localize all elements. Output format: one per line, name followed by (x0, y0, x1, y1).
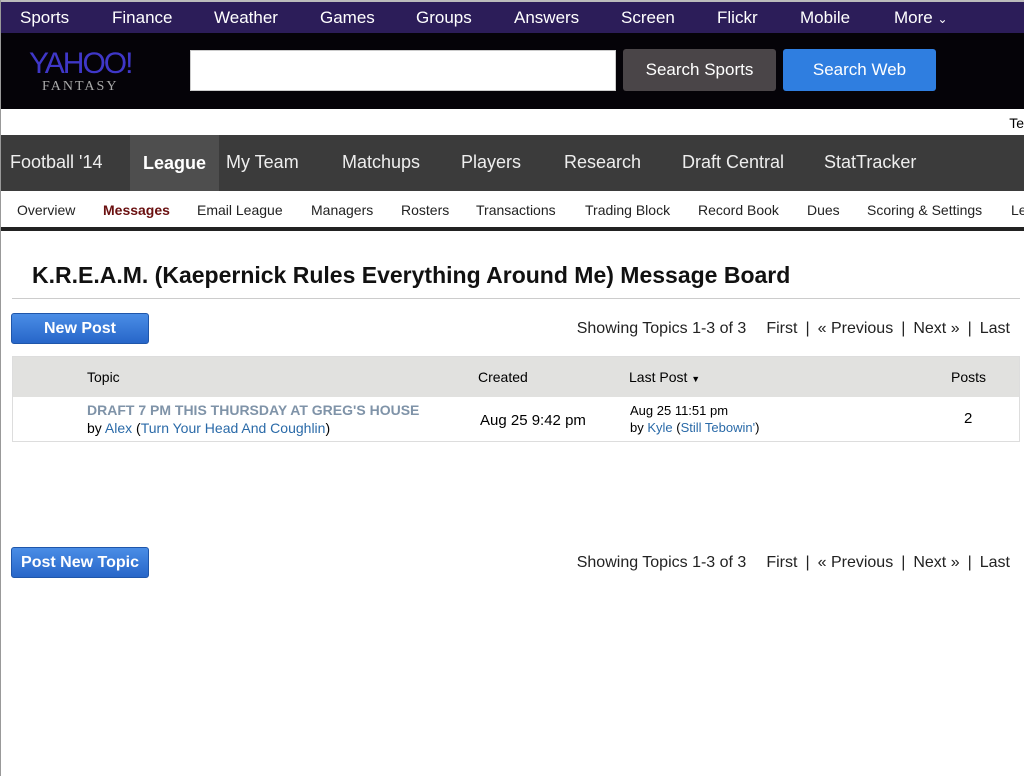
nav-league[interactable]: League (130, 135, 220, 191)
topbar-weather[interactable]: Weather (214, 8, 278, 28)
created-date: Aug 25 9:42 pm (480, 412, 586, 429)
separator: | (901, 320, 906, 337)
topbar-more[interactable]: More ⌄ (894, 8, 948, 28)
search-header: YAHOO! FANTASY Search Sports Search Web (1, 33, 1024, 109)
table-row: DRAFT 7 PM THIS THURSDAY AT GREG'S HOUSE… (13, 397, 1019, 441)
topbar-games[interactable]: Games (320, 8, 375, 28)
nav-draft-central[interactable]: Draft Central (682, 152, 784, 173)
topbar-screen[interactable]: Screen (621, 8, 675, 28)
topbar-answers[interactable]: Answers (514, 8, 579, 28)
header-posts[interactable]: Posts (951, 369, 986, 385)
last-link[interactable]: Last (980, 554, 1010, 572)
nav-stattracker[interactable]: StatTracker (824, 152, 916, 173)
previous-link[interactable]: « Previous (818, 320, 894, 338)
showing-count: Showing Topics 1-3 of 3 (576, 320, 747, 337)
last-link[interactable]: Last (980, 320, 1010, 338)
last-post-author-line: by Kyle (Still Tebowin') (630, 420, 760, 435)
separator: | (967, 554, 972, 571)
topbar-sports[interactable]: Sports (20, 8, 69, 28)
header-last-post[interactable]: Last Post ▼ (629, 369, 700, 385)
subnav-overview[interactable]: Overview (17, 202, 75, 218)
yahoo-top-bar: Sports Finance Weather Games Groups Answ… (1, 0, 1024, 33)
subnav-email-league[interactable]: Email League (197, 202, 283, 218)
logo-text: YAHOO! (29, 47, 133, 80)
header-created[interactable]: Created (478, 369, 528, 385)
header-topic[interactable]: Topic (87, 369, 120, 385)
last-post-time: Aug 25 11:51 pm (630, 403, 729, 418)
pager-bottom: Showing Topics 1-3 of 3 First | « Previou… (577, 554, 1010, 572)
sort-down-icon: ▼ (691, 374, 701, 384)
search-sports-button[interactable]: Search Sports (623, 49, 776, 91)
chevron-down-icon: ⌄ (937, 12, 948, 26)
topbar-groups[interactable]: Groups (416, 8, 472, 28)
subnav-messages[interactable]: Messages (103, 202, 170, 218)
nav-research[interactable]: Research (564, 152, 641, 173)
subnav-dues[interactable]: Dues (807, 202, 840, 218)
previous-link[interactable]: « Previous (818, 554, 894, 572)
subnav-rosters[interactable]: Rosters (401, 202, 449, 218)
author-link[interactable]: Alex (105, 420, 132, 436)
nav-football[interactable]: Football '14 (10, 152, 103, 173)
first-link[interactable]: First (766, 320, 797, 338)
subnav-transactions[interactable]: Transactions (476, 202, 556, 218)
nav-players[interactable]: Players (461, 152, 521, 173)
more-label: More (894, 8, 933, 27)
next-link[interactable]: Next » (913, 320, 959, 338)
pager-top: Showing Topics 1-3 of 3 First | « Previou… (577, 320, 1010, 338)
last-post-label: Last Post (629, 369, 688, 385)
subnav-trading-block[interactable]: Trading Block (585, 202, 670, 218)
separator: | (805, 554, 810, 571)
topbar-mobile[interactable]: Mobile (800, 8, 850, 28)
post-new-topic-button[interactable]: Post New Topic (11, 547, 149, 578)
utility-strip: Te (1, 109, 1024, 135)
table-header: Topic Created Last Post ▼ Posts (13, 357, 1019, 397)
search-web-button[interactable]: Search Web (783, 49, 936, 91)
topics-table: Topic Created Last Post ▼ Posts DRAFT 7 … (12, 356, 1020, 442)
next-link[interactable]: Next » (913, 554, 959, 572)
main-nav: Football '14 League My Team Matchups Pla… (1, 135, 1024, 191)
first-link[interactable]: First (766, 554, 797, 572)
new-post-button[interactable]: New Post (11, 313, 149, 344)
team-link[interactable]: Turn Your Head And Coughlin (141, 420, 326, 436)
separator: | (901, 554, 906, 571)
logo-subtext: FANTASY (42, 79, 119, 94)
showing-count: Showing Topics 1-3 of 3 (576, 554, 747, 571)
by-label: by (630, 420, 644, 435)
last-team-link[interactable]: Still Tebowin' (681, 420, 756, 435)
nav-matchups[interactable]: Matchups (342, 152, 420, 173)
title-divider (12, 298, 1020, 299)
separator: | (805, 320, 810, 337)
topbar-flickr[interactable]: Flickr (717, 8, 758, 28)
post-count: 2 (964, 410, 973, 427)
subnav-record-book[interactable]: Record Book (698, 202, 779, 218)
topic-title-link[interactable]: DRAFT 7 PM THIS THURSDAY AT GREG'S HOUSE (87, 402, 419, 418)
search-input[interactable] (190, 50, 616, 91)
yahoo-fantasy-logo[interactable]: YAHOO! FANTASY (29, 47, 133, 95)
by-label: by (87, 420, 102, 436)
league-subnav: Overview Messages Email League Managers … (1, 191, 1024, 231)
clipped-link[interactable]: Te (1009, 115, 1024, 131)
subnav-clipped[interactable]: Le (1011, 202, 1024, 218)
page-title: K.R.E.A.M. (Kaepernick Rules Everything … (32, 262, 791, 288)
separator: | (967, 320, 972, 337)
subnav-scoring-settings[interactable]: Scoring & Settings (867, 202, 982, 218)
last-author-link[interactable]: Kyle (647, 420, 672, 435)
subnav-managers[interactable]: Managers (311, 202, 373, 218)
nav-my-team[interactable]: My Team (226, 152, 299, 173)
topbar-finance[interactable]: Finance (112, 8, 172, 28)
topic-author-line: by Alex (Turn Your Head And Coughlin) (87, 420, 331, 436)
